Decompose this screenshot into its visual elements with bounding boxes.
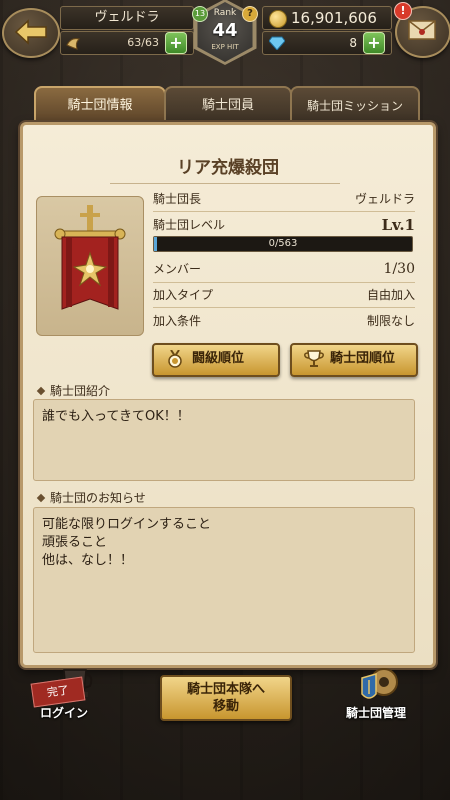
banner-emblem-icon <box>54 205 126 310</box>
medal-icon <box>168 350 182 368</box>
notice-line: 可能な限りログインすること <box>42 517 212 532</box>
guild-manage-label: 騎士団管理 <box>346 706 407 720</box>
level-value: Lv.1 <box>381 216 415 234</box>
row-divider <box>153 211 415 212</box>
stamina-value: 63/63 <box>127 36 159 49</box>
notice-heading-text: 騎士団のお知らせ <box>50 491 146 505</box>
login-bonus-button[interactable]: 完了 ログイン <box>28 664 108 724</box>
mail-icon <box>408 20 436 40</box>
join-type-row: 加入タイプ 自由加入 <box>153 284 415 306</box>
stamina-plus-button[interactable]: + <box>165 32 187 54</box>
level-row: 騎士団レベル Lv.1 <box>153 214 415 236</box>
notice-line: 他は、なし！！ <box>42 553 134 568</box>
rank-exp-label: EXP HIT <box>211 43 239 51</box>
exp-text: 0/563 <box>268 238 298 249</box>
exp-progress-bar: 0/563 <box>153 236 413 252</box>
level-label: 騎士団レベル <box>153 218 226 232</box>
back-arrow-icon <box>14 19 47 45</box>
battle-rank-button[interactable]: 闘級順位 <box>152 343 280 377</box>
intro-textbox: 誰でも入ってきてOK！！ <box>33 399 415 481</box>
members-label: メンバー <box>153 262 202 276</box>
gold-panel: 16,901,606 <box>262 6 392 30</box>
guild-manage-button[interactable]: 騎士団管理 <box>340 664 430 724</box>
leader-row: 騎士団長 ヴェルドラ <box>153 188 415 210</box>
guild-rank-button[interactable]: 騎士団順位 <box>290 343 418 377</box>
tab-guild-members[interactable]: 騎士団員 <box>164 86 292 124</box>
guild-rank-label: 騎士団順位 <box>330 351 396 366</box>
diamond-bullet-icon <box>36 386 46 396</box>
stamina-icon <box>66 38 80 50</box>
rank-badge[interactable]: 13 ? Rank 44 EXP HIT <box>187 0 263 66</box>
mail-alert-badge: ! <box>394 2 412 20</box>
leader-value: ヴェルドラ <box>354 192 415 206</box>
trophy-icon <box>304 350 324 367</box>
diamond-bullet-icon <box>36 493 46 503</box>
top-status-bar: ヴェルドラ 63/63 + 13 ? Rank 44 EXP HIT 16,90… <box>0 0 450 66</box>
leader-label: 騎士団長 <box>153 192 202 206</box>
login-label: ログイン <box>40 706 89 720</box>
title-divider <box>110 183 340 184</box>
gem-value: 8 <box>349 36 357 50</box>
gear-shield-icon <box>361 668 398 699</box>
join-type-value: 自由加入 <box>366 288 415 302</box>
members-value: 1/30 <box>383 261 415 277</box>
row-divider <box>153 282 415 283</box>
tab-guild-missions[interactable]: 騎士団ミッション <box>290 86 420 124</box>
rank-label: Rank <box>213 8 237 18</box>
gold-coin-icon <box>269 10 287 28</box>
guild-emblem <box>36 196 144 336</box>
battle-rank-label: 闘級順位 <box>192 351 245 366</box>
stamina-panel: 63/63 + <box>60 31 194 55</box>
gem-plus-button[interactable]: + <box>363 32 385 54</box>
join-cond-label: 加入条件 <box>153 314 202 328</box>
notice-heading: 騎士団のお知らせ <box>36 489 146 506</box>
intro-heading: 騎士団紹介 <box>36 382 111 399</box>
gem-panel: 8 + <box>262 31 392 55</box>
notice-textbox: 可能な限りログインすること 頑張ること 他は、なし！！ <box>33 507 415 653</box>
gold-value: 16,901,606 <box>291 9 377 27</box>
tab-guild-info[interactable]: 騎士団情報 <box>34 86 166 124</box>
intro-text: 誰でも入ってきてOK！！ <box>42 409 190 424</box>
join-cond-value: 制限なし <box>366 314 415 328</box>
members-row: メンバー 1/30 <box>153 258 415 280</box>
intro-heading-text: 騎士団紹介 <box>50 384 111 398</box>
rank-value: 44 <box>212 20 238 41</box>
gem-icon <box>269 36 285 50</box>
join-type-label: 加入タイプ <box>153 288 214 302</box>
move-to-main-unit-button[interactable]: 騎士団本隊へ 移動 <box>160 675 292 721</box>
notice-line: 頑張ること <box>42 535 108 550</box>
back-button[interactable] <box>2 8 60 58</box>
move-button-line1: 騎士団本隊へ <box>186 682 265 697</box>
guild-name: リア充爆殺団 <box>177 158 279 178</box>
join-cond-row: 加入条件 制限なし <box>153 310 415 332</box>
player-name: ヴェルドラ <box>60 6 194 30</box>
row-divider <box>153 307 415 308</box>
move-button-line2: 移動 <box>212 699 239 714</box>
